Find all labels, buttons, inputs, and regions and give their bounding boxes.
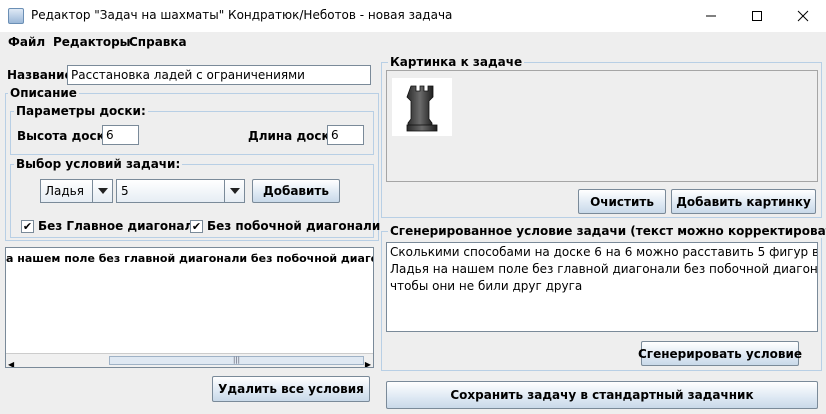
length-label: Длина доски: [248, 129, 339, 143]
clear-picture-button[interactable]: Очистить: [578, 189, 666, 214]
menu-editors[interactable]: Редакторы: [53, 35, 131, 49]
length-field[interactable]: 6: [327, 125, 364, 145]
horizontal-scrollbar[interactable]: ◀ ||| ▶: [6, 353, 373, 367]
rook-image: [392, 78, 452, 136]
generated-textarea[interactable]: Сколькими способами на доске 6 на 6 можн…: [386, 242, 818, 332]
scroll-left-icon[interactable]: ◀: [8, 356, 14, 367]
window-title: Редактор "Задач на шахматы" Кондратюк/Не…: [31, 8, 453, 22]
name-field[interactable]: Расстановка ладей с ограничениями: [67, 65, 371, 85]
generate-condition-button[interactable]: Сгенерировать условие: [638, 341, 802, 366]
java-app-icon: [8, 8, 24, 24]
generated-line: Ладья на нашем поле без главной диагонал…: [390, 262, 818, 276]
maximize-icon: [752, 11, 762, 21]
add-picture-button[interactable]: Добавить картинку: [671, 189, 816, 214]
conditions-text: а нашем поле без главной диагонали без п…: [6, 252, 374, 265]
count-select-arrow[interactable]: [224, 180, 244, 202]
piece-select-arrow[interactable]: [92, 180, 112, 202]
checkmark-icon: ✔: [191, 220, 202, 233]
delete-all-conditions-button[interactable]: Удалить все условия: [212, 376, 370, 402]
menu-help[interactable]: Справка: [129, 35, 187, 49]
picture-legend: Картинка к задаче: [388, 55, 525, 69]
scroll-right-icon[interactable]: ▶: [365, 356, 371, 367]
side-diagonal-checkbox[interactable]: ✔: [190, 220, 203, 233]
close-button[interactable]: [780, 0, 826, 32]
save-task-button[interactable]: Сохранить задачу в стандартный задачник: [386, 381, 818, 409]
chevron-down-icon: [97, 188, 108, 194]
count-select-value: 5: [121, 184, 129, 198]
main-diagonal-label: Без Главное диагонали: [38, 219, 202, 233]
piece-select-value: Ладья: [45, 184, 84, 198]
generated-legend: Сгенерированное условие задачи (текст мо…: [388, 224, 826, 238]
chess-rook-icon: [406, 85, 438, 132]
scroll-thumb[interactable]: |||: [109, 356, 364, 365]
description-legend: Описание: [8, 86, 79, 100]
maximize-button[interactable]: [734, 0, 780, 32]
height-field[interactable]: 6: [102, 125, 139, 145]
minimize-button[interactable]: [688, 0, 734, 32]
menu-file[interactable]: Файл: [8, 35, 45, 49]
conditions-textarea[interactable]: а нашем поле без главной диагонали без п…: [5, 247, 374, 368]
conditions-legend: Выбор условий задачи:: [14, 157, 183, 171]
count-select[interactable]: 5: [116, 179, 245, 203]
height-label: Высота доски: [17, 129, 114, 143]
minimize-icon: [706, 15, 716, 17]
close-icon: [797, 10, 809, 22]
name-label: Название: [7, 68, 73, 82]
generated-line: Сколькими способами на доске 6 на 6 можн…: [390, 245, 818, 259]
board-params-legend: Параметры доски:: [14, 104, 148, 118]
main-diagonal-checkbox[interactable]: ✔: [21, 220, 34, 233]
add-condition-button[interactable]: Добавить: [252, 179, 340, 203]
side-diagonal-label: Без побочной диагонали: [207, 219, 381, 233]
generated-line: чтобы они не били друг друга: [390, 279, 583, 293]
piece-select[interactable]: Ладья: [40, 179, 113, 203]
chevron-down-icon: [229, 188, 240, 194]
checkmark-icon: ✔: [22, 220, 33, 233]
